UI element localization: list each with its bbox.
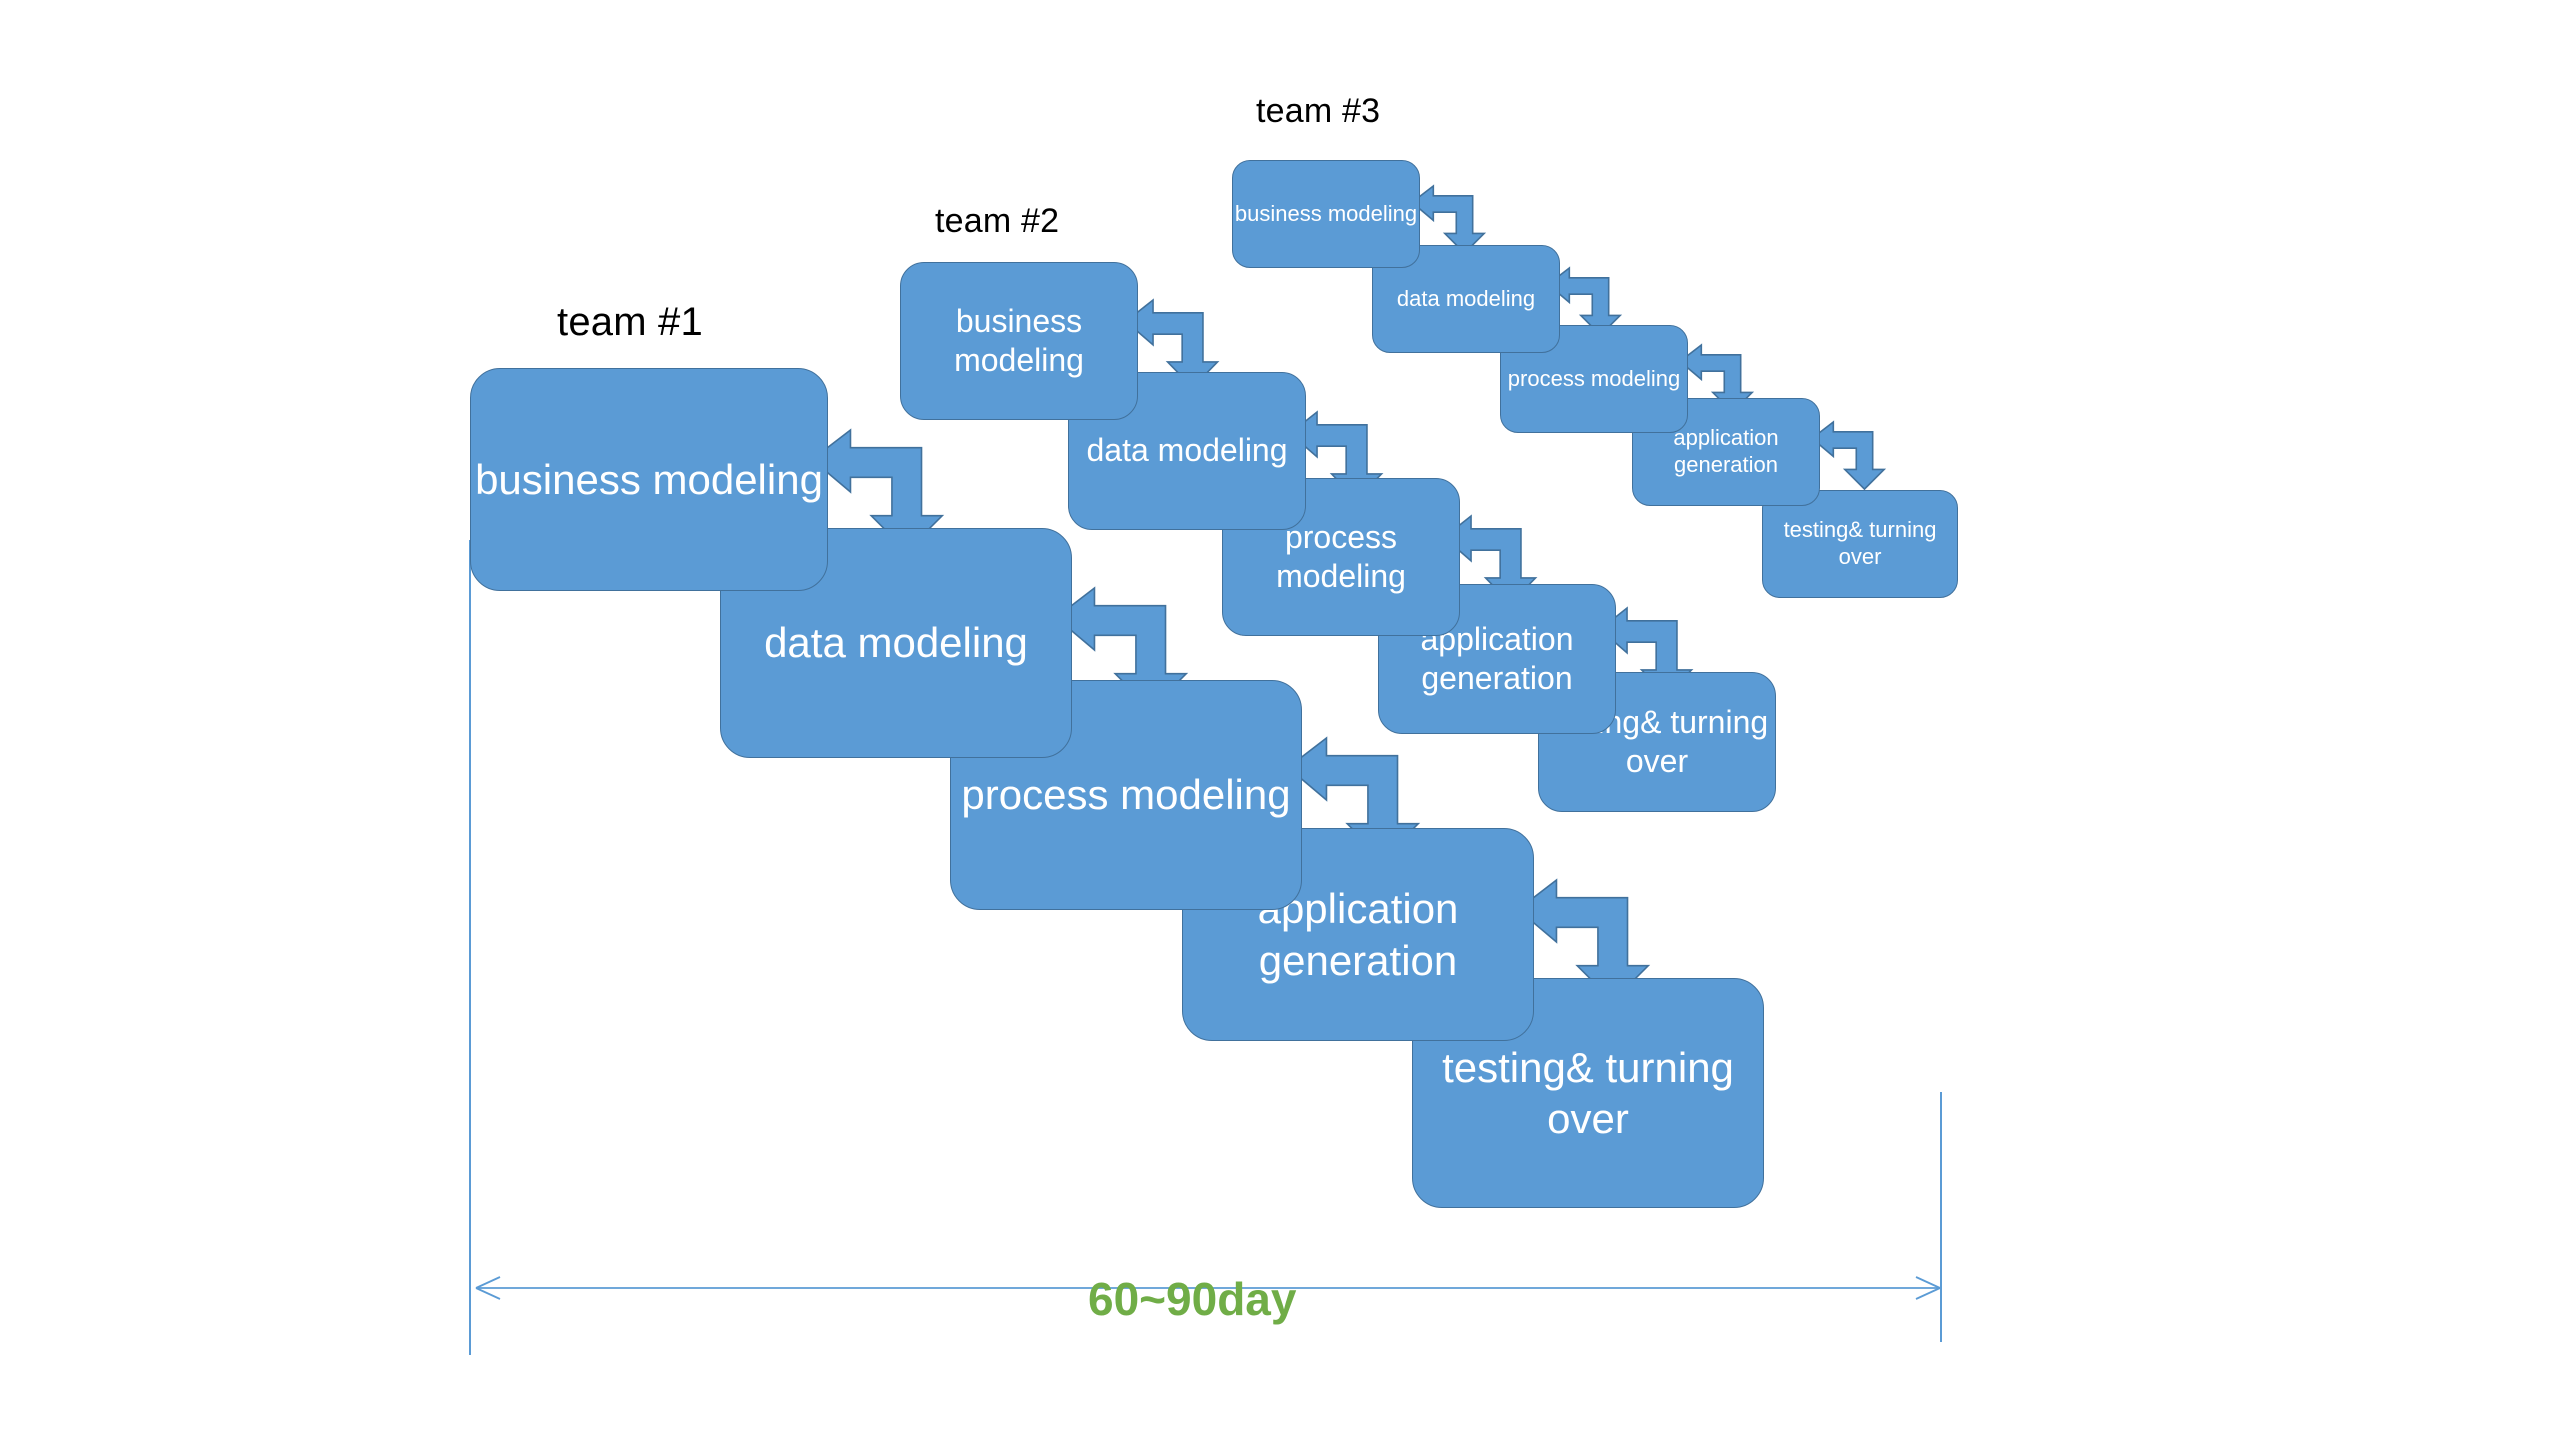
- team-3-node-label-business-modeling: business modeling: [1234, 200, 1418, 226]
- team-1-node-label-data-modeling: data modeling: [764, 619, 1028, 667]
- team-1-node-label-process-modeling: process modeling: [961, 771, 1291, 819]
- team-2-node-business-modeling[interactable]: business modeling: [900, 262, 1138, 420]
- diagram-canvas: team #1 business modeling data modeling pro…: [0, 0, 2560, 1440]
- team-label-team-1: team #1: [557, 300, 703, 344]
- dimension-label: 60~90day: [1088, 1273, 1297, 1325]
- team-label-team-3: team #3: [1256, 92, 1381, 130]
- guide-line-left-guide: [469, 540, 471, 1355]
- team-3-node-label-data-modeling: data modeling: [1396, 285, 1536, 311]
- team-1-node-label-business-modeling: business modeling: [475, 455, 823, 503]
- team-2-node-label-data-modeling: data modeling: [1086, 432, 1288, 469]
- team-label-team-2: team #2: [935, 202, 1060, 240]
- team-3-node-label-application-generation: application generation: [1673, 425, 1779, 477]
- team-1-node-business-modeling[interactable]: business modeling: [470, 368, 828, 591]
- team-3-node-business-modeling[interactable]: business modeling: [1232, 160, 1420, 268]
- team-1-node-label-testing-turning-over: testing& turning over: [1442, 1043, 1734, 1142]
- team-2-node-label-business-modeling: business modeling: [954, 302, 1084, 378]
- team-3-node-label-testing-turning-over: testing& turning over: [1783, 517, 1937, 569]
- team-3-connector-ag-to-tt: [1812, 422, 1894, 494]
- team-3-node-testing-turning-over[interactable]: testing& turning over: [1762, 490, 1958, 598]
- team-3-node-label-process-modeling: process modeling: [1507, 365, 1681, 391]
